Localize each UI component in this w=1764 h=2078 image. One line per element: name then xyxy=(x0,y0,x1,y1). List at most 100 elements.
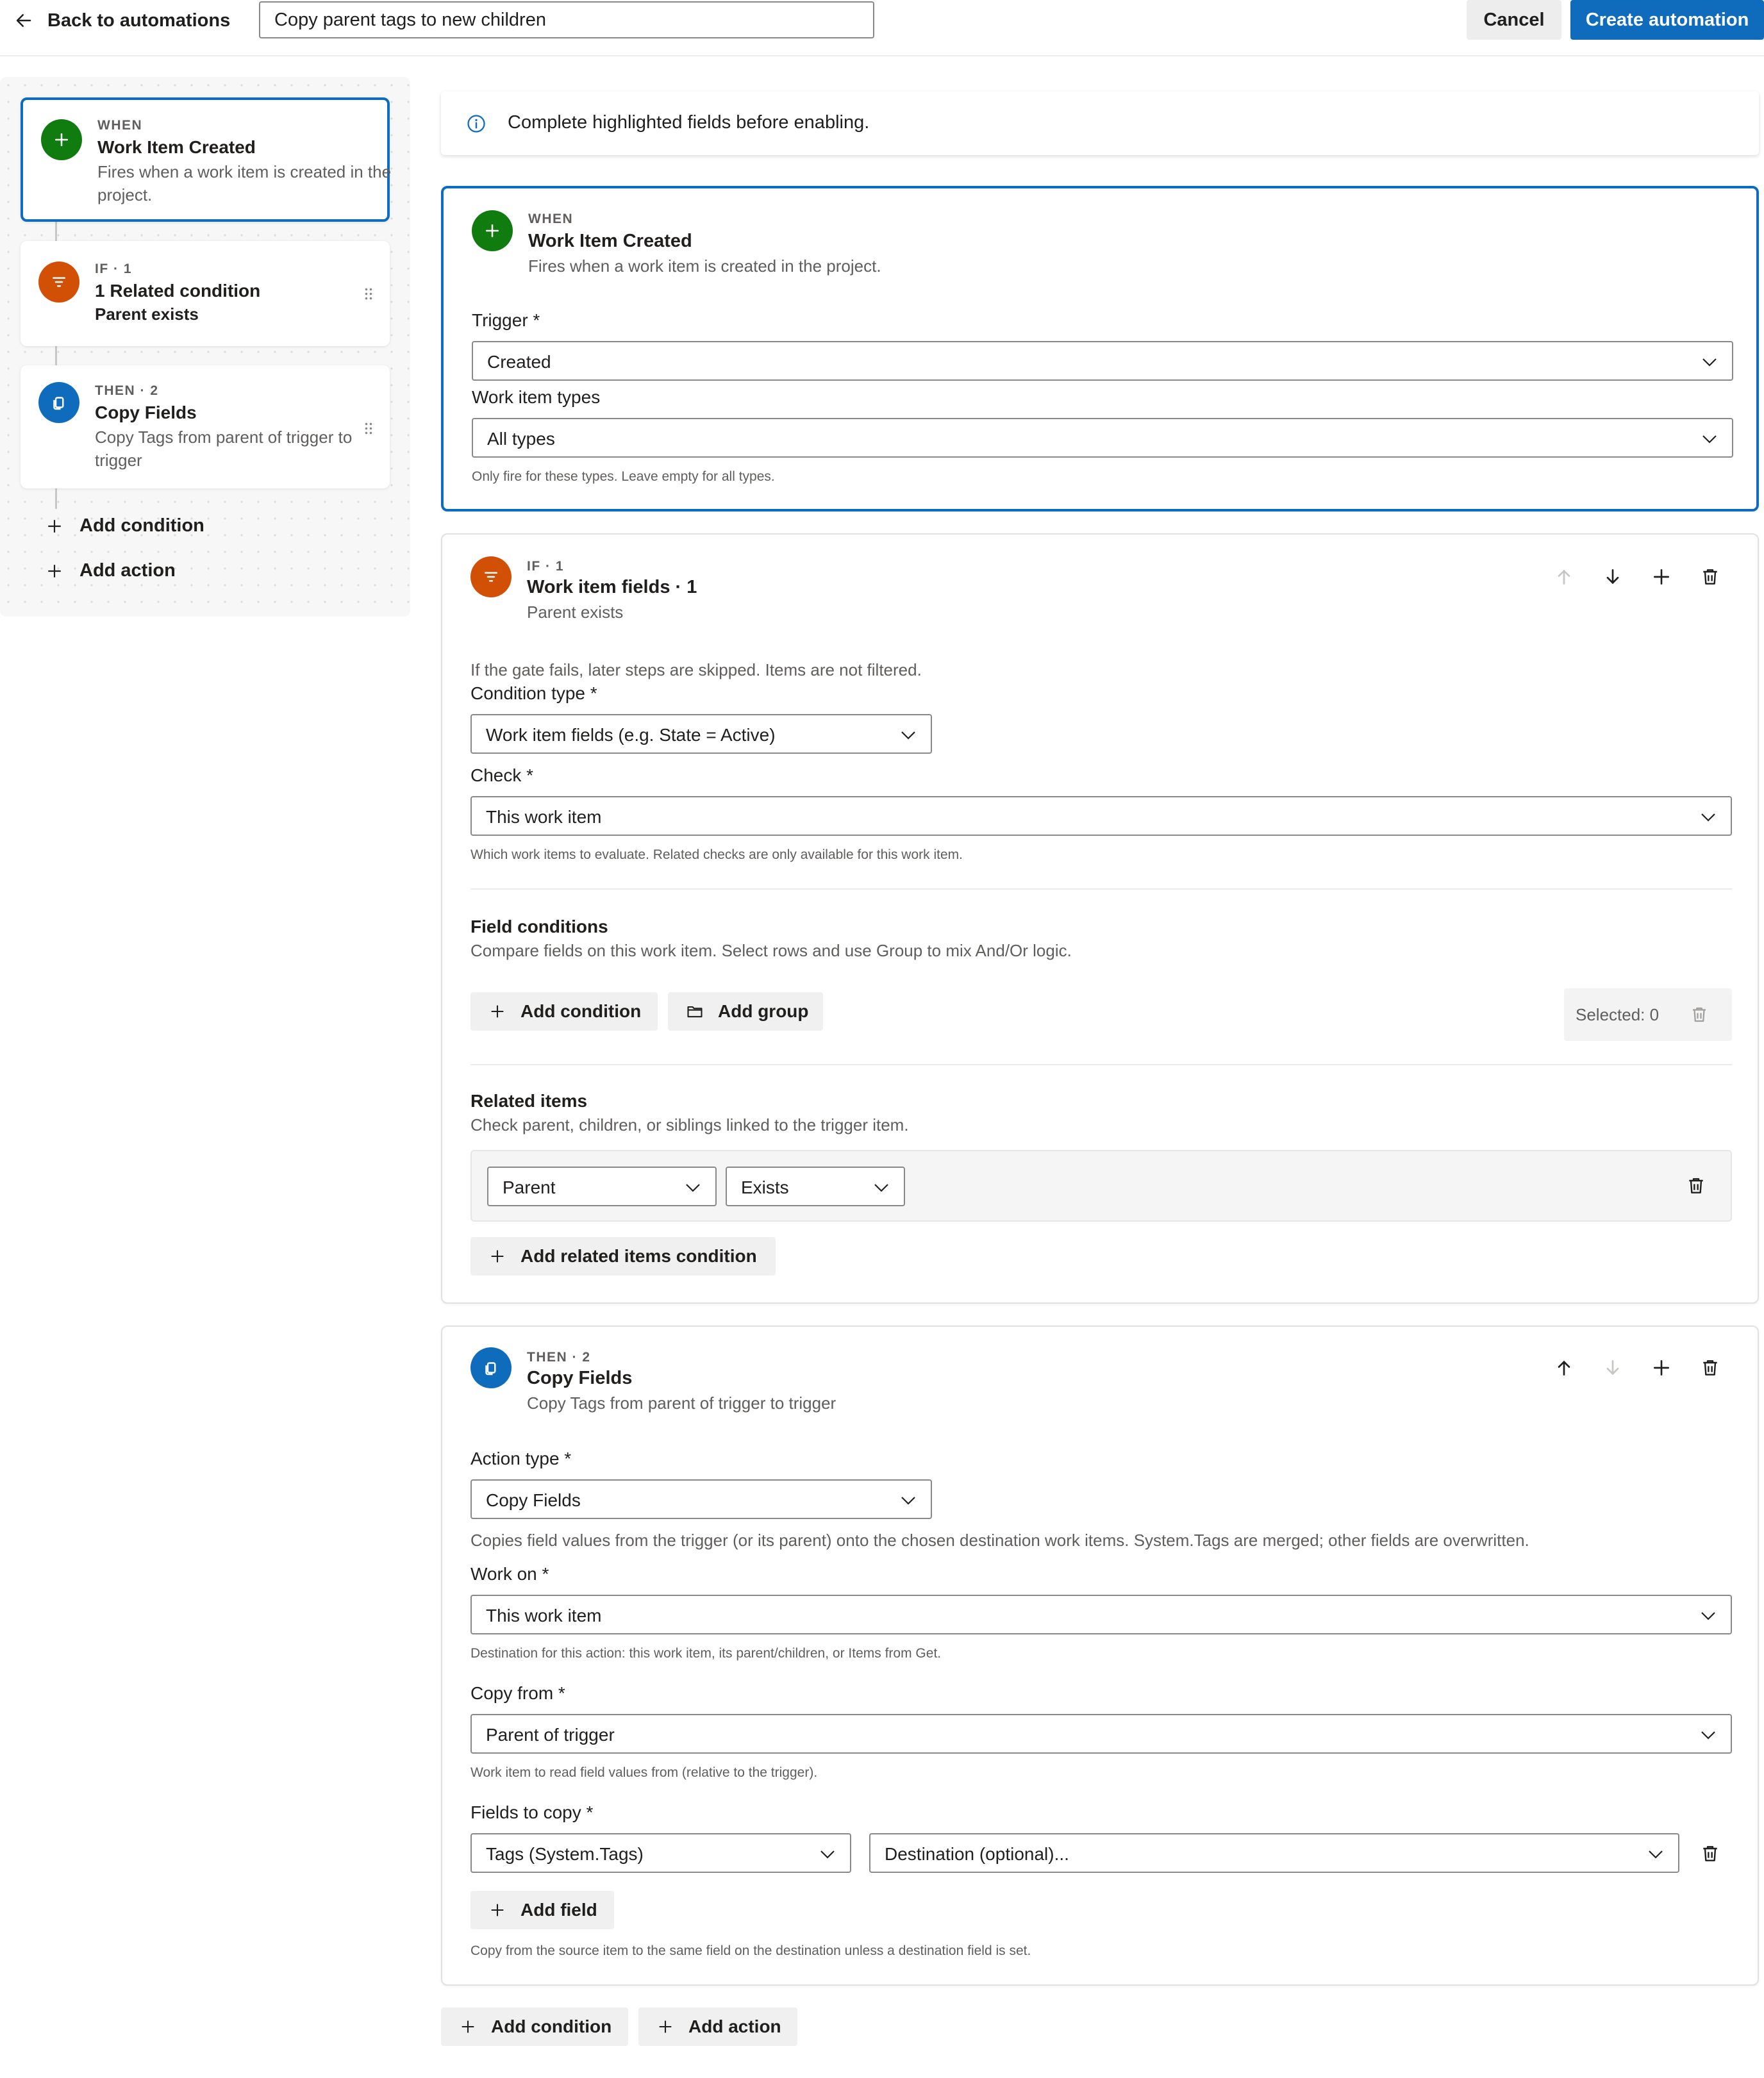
plus-icon xyxy=(491,1005,504,1018)
trash-icon xyxy=(1703,1846,1717,1861)
sidebar-step-trigger[interactable]: WHEN Work Item Created Fires when a work… xyxy=(21,97,391,222)
add-field-button[interactable]: Add field xyxy=(470,1891,614,1929)
chevron-down-icon xyxy=(686,1184,700,1192)
banner-text: Complete highlighted fields before enabl… xyxy=(508,112,870,133)
cancel-button[interactable]: Cancel xyxy=(1467,0,1561,40)
step-eyebrow: THEN · 2 xyxy=(95,383,159,398)
related-relation-select[interactable]: Parent xyxy=(487,1167,717,1206)
destination-field-select[interactable]: Destination (optional)... xyxy=(869,1833,1679,1873)
fields-to-copy-label: Fields to copy * xyxy=(470,1802,594,1822)
card-eyebrow: THEN · 2 xyxy=(527,1350,591,1365)
step-title: Copy Fields xyxy=(95,403,197,422)
work-on-select[interactable]: This work item xyxy=(470,1595,1732,1634)
sidebar-add-condition-button[interactable]: Add condition xyxy=(46,515,204,536)
add-condition-label: Add condition xyxy=(520,1001,642,1021)
move-up-button[interactable] xyxy=(1551,1355,1577,1381)
card-eyebrow: WHEN xyxy=(528,212,574,226)
chevron-down-icon xyxy=(1649,1850,1663,1859)
add-related-label: Add related items condition xyxy=(520,1246,757,1266)
card-eyebrow: IF · 1 xyxy=(527,559,565,574)
chevron-down-icon xyxy=(901,1497,915,1505)
check-value: This work item xyxy=(486,807,602,827)
copy-icon xyxy=(470,1347,512,1388)
card-title: Work item fields · 1 xyxy=(527,577,697,597)
trigger-card: WHEN Work Item Created Fires when a work… xyxy=(441,186,1759,511)
source-field-value: Tags (System.Tags) xyxy=(486,1844,644,1864)
trigger-select[interactable]: Created xyxy=(472,341,1733,381)
sidebar-step-action[interactable]: THEN · 2 Copy Fields Copy Tags from pare… xyxy=(21,365,390,488)
sidebar-step-condition[interactable]: IF · 1 1 Related condition Parent exists xyxy=(21,241,390,346)
back-label: Back to automations xyxy=(47,10,231,31)
plus-icon xyxy=(491,1250,504,1263)
action-type-select[interactable]: Copy Fields xyxy=(470,1479,932,1519)
move-up-button[interactable] xyxy=(1551,564,1577,590)
add-action-label: Add action xyxy=(79,560,176,581)
chevron-down-icon xyxy=(874,1184,888,1192)
field-conditions-title: Field conditions xyxy=(470,917,608,936)
condition-type-label: Condition type * xyxy=(470,683,597,703)
add-related-items-condition-button[interactable]: Add related items condition xyxy=(470,1237,776,1276)
flow-sidebar: WHEN Work Item Created Fires when a work… xyxy=(0,77,410,617)
add-step-button[interactable] xyxy=(1649,1355,1674,1381)
condition-type-value: Work item fields (e.g. State = Active) xyxy=(486,725,776,745)
add-condition-button[interactable]: Add condition xyxy=(470,992,658,1031)
folder-icon xyxy=(687,1006,703,1018)
add-step-button[interactable] xyxy=(1649,564,1674,590)
plus-icon xyxy=(1654,569,1669,585)
footer-add-condition-button[interactable]: Add condition xyxy=(441,2007,628,2046)
add-action-label: Add action xyxy=(688,2016,781,2036)
trash-icon xyxy=(1703,1360,1717,1376)
condition-card: IF · 1 Work item fields · 1 Parent exist… xyxy=(441,533,1759,1304)
work-item-types-help: Only fire for these types. Leave empty f… xyxy=(472,469,775,484)
sidebar-add-action-button[interactable]: Add action xyxy=(46,560,176,581)
add-condition-label: Add condition xyxy=(491,2016,612,2036)
related-items-desc: Check parent, children, or siblings link… xyxy=(470,1115,909,1135)
step-eyebrow: WHEN xyxy=(97,118,143,133)
copy-from-select[interactable]: Parent of trigger xyxy=(470,1714,1732,1754)
trash-icon xyxy=(1689,1178,1703,1193)
step-subtitle: Copy Tags from parent of trigger to trig… xyxy=(95,428,353,470)
destination-field-value: Destination (optional)... xyxy=(885,1844,1069,1864)
card-subtitle: Fires when a work item is created in the… xyxy=(528,256,881,276)
chevron-down-icon xyxy=(1701,1612,1715,1620)
chevron-down-icon xyxy=(1701,813,1715,822)
related-operator-select[interactable]: Exists xyxy=(726,1167,905,1206)
check-select[interactable]: This work item xyxy=(470,796,1732,836)
delete-related-condition-button[interactable] xyxy=(1683,1173,1709,1199)
arrow-up-icon xyxy=(1558,1360,1570,1376)
delete-field-button[interactable] xyxy=(1697,1841,1723,1866)
copy-icon xyxy=(38,382,79,423)
add-group-button[interactable]: Add group xyxy=(668,992,823,1031)
step-title: Work Item Created xyxy=(97,137,256,157)
move-down-button[interactable] xyxy=(1600,564,1626,590)
delete-step-button[interactable] xyxy=(1697,564,1723,590)
move-down-button[interactable] xyxy=(1600,1355,1626,1381)
top-bar: Back to automations Cancel Create automa… xyxy=(0,0,1764,56)
work-item-types-select[interactable]: All types xyxy=(472,418,1733,458)
add-field-label: Add field xyxy=(520,1900,597,1920)
section-divider xyxy=(470,1064,1732,1065)
chevron-down-icon xyxy=(1701,1731,1715,1740)
work-item-types-label: Work item types xyxy=(472,387,601,407)
info-banner: Complete highlighted fields before enabl… xyxy=(441,91,1759,155)
copy-from-value: Parent of trigger xyxy=(486,1725,615,1745)
footer-add-action-button[interactable]: Add action xyxy=(638,2007,797,2046)
create-automation-button[interactable]: Create automation xyxy=(1570,0,1764,40)
drag-handle-icon[interactable] xyxy=(364,422,373,435)
chevron-down-icon xyxy=(820,1850,835,1859)
action-note: Copies field values from the trigger (or… xyxy=(470,1531,1529,1550)
copy-from-label: Copy from * xyxy=(470,1683,565,1703)
work-on-value: This work item xyxy=(486,1606,602,1625)
plus-icon xyxy=(491,1904,504,1916)
arrow-left-icon xyxy=(16,14,31,27)
source-field-select[interactable]: Tags (System.Tags) xyxy=(470,1833,851,1873)
trigger-label: Trigger * xyxy=(472,310,540,330)
automation-name-input[interactable] xyxy=(259,1,874,38)
condition-type-select[interactable]: Work item fields (e.g. State = Active) xyxy=(470,714,932,754)
plus-icon xyxy=(41,119,82,160)
check-label: Check * xyxy=(470,765,534,785)
drag-handle-icon[interactable] xyxy=(364,287,373,300)
delete-step-button[interactable] xyxy=(1697,1355,1723,1381)
arrow-down-icon xyxy=(1606,1360,1619,1376)
back-to-automations-link[interactable]: Back to automations xyxy=(14,5,230,36)
